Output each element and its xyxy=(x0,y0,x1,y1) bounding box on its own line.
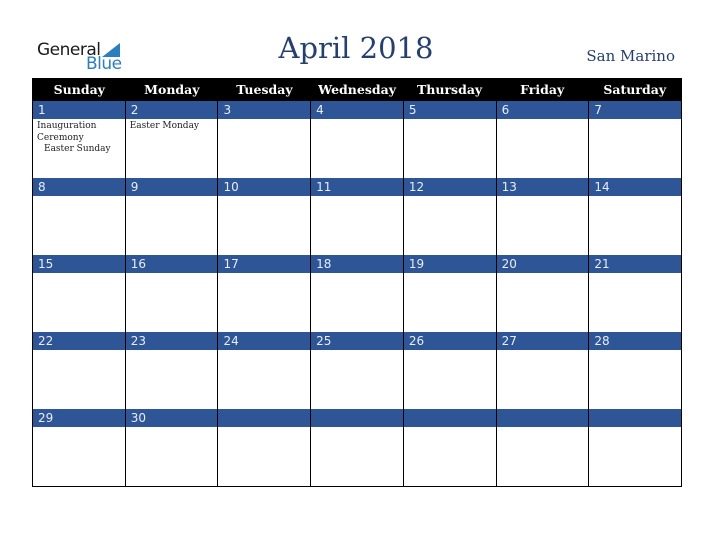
day-cell[interactable] xyxy=(217,350,310,409)
day-cell[interactable] xyxy=(588,119,681,178)
week-row: 15 16 17 18 19 20 21 xyxy=(33,255,681,333)
day-cell[interactable] xyxy=(402,350,496,409)
day-number xyxy=(495,409,589,427)
day-number: 12 xyxy=(402,178,496,196)
day-cell[interactable] xyxy=(310,350,403,409)
calendar-grid: Sunday Monday Tuesday Wednesday Thursday… xyxy=(32,78,682,487)
day-cell[interactable] xyxy=(495,350,589,409)
day-number xyxy=(402,409,496,427)
day-cell[interactable] xyxy=(402,273,496,332)
day-number xyxy=(217,409,310,427)
day-cell[interactable] xyxy=(124,273,218,332)
day-cell[interactable] xyxy=(310,196,403,255)
holiday-event: Easter Sunday xyxy=(44,144,111,154)
day-number xyxy=(310,409,403,427)
day-cell[interactable] xyxy=(588,273,681,332)
event-cells xyxy=(33,196,681,256)
week-row: 1 2 3 4 5 6 7 Inauguration Ceremony Easter Sunda… xyxy=(33,101,681,179)
day-number: 11 xyxy=(310,178,403,196)
day-number: 27 xyxy=(495,332,589,350)
day-number: 22 xyxy=(38,334,54,348)
weekday-tuesday: Tuesday xyxy=(236,82,293,97)
day-number: 29 xyxy=(38,411,54,425)
weekday-wednesday: Wednesday xyxy=(318,82,396,97)
day-cell[interactable] xyxy=(217,273,310,332)
day-number: 1 xyxy=(38,103,46,117)
date-band: 15 16 17 18 19 20 21 xyxy=(33,255,681,273)
day-number: 30 xyxy=(124,409,218,427)
date-band: 1 234567 xyxy=(33,101,681,119)
day-cell[interactable] xyxy=(495,119,589,178)
week-row: 22 23 24 25 26 27 28 xyxy=(33,332,681,410)
date-band: 29 30 xyxy=(33,409,681,427)
day-cell[interactable] xyxy=(217,427,310,486)
day-number: 10 xyxy=(217,178,310,196)
day-number: 28 xyxy=(588,332,681,350)
day-number: 26 xyxy=(402,332,496,350)
day-number: 6 xyxy=(495,101,589,119)
weekday-monday: Monday xyxy=(144,82,200,97)
day-cell[interactable] xyxy=(217,196,310,255)
event-cells xyxy=(33,427,681,486)
day-number: 2 xyxy=(124,101,218,119)
day-cell[interactable] xyxy=(588,350,681,409)
day-number: 8 xyxy=(38,180,46,194)
day-cell[interactable] xyxy=(217,119,310,178)
day-number: 14 xyxy=(588,178,681,196)
weekday-sunday: Sunday xyxy=(53,82,105,97)
day-cell[interactable] xyxy=(33,273,125,332)
day-cell[interactable] xyxy=(33,196,125,255)
date-band: 8 9 10 11 12 13 14 xyxy=(33,178,681,196)
weekday-header: Sunday Monday Tuesday Wednesday Thursday… xyxy=(33,78,681,101)
day-cell[interactable] xyxy=(402,196,496,255)
weekday-thursday: Thursday xyxy=(416,82,483,97)
weekday-saturday: Saturday xyxy=(603,82,667,97)
day-cell[interactable] xyxy=(33,427,125,486)
day-number: 7 xyxy=(588,101,681,119)
day-number: 19 xyxy=(402,255,496,273)
day-cell[interactable] xyxy=(310,427,403,486)
country-label: San Marino xyxy=(586,47,675,65)
day-number: 24 xyxy=(217,332,310,350)
day-number: 15 xyxy=(38,257,54,271)
day-cell[interactable] xyxy=(124,196,218,255)
day-number: 21 xyxy=(588,255,681,273)
day-number: 23 xyxy=(124,332,218,350)
day-number: 9 xyxy=(124,178,218,196)
event-cells xyxy=(33,273,681,333)
date-band: 22 23 24 25 26 27 28 xyxy=(33,332,681,350)
day-number xyxy=(588,409,681,427)
event-cells xyxy=(33,350,681,410)
day-number: 18 xyxy=(310,255,403,273)
day-number: 4 xyxy=(310,101,403,119)
day-cell[interactable] xyxy=(124,427,218,486)
day-cell[interactable] xyxy=(310,273,403,332)
day-cell[interactable] xyxy=(33,350,125,409)
weekday-friday: Friday xyxy=(520,82,565,97)
day-cell[interactable]: Easter Monday xyxy=(124,119,218,178)
week-row: 8 9 10 11 12 13 14 xyxy=(33,178,681,256)
day-number: 25 xyxy=(310,332,403,350)
event-cells: Inauguration Ceremony Easter Sunday Easter… xyxy=(33,119,681,179)
day-cell[interactable] xyxy=(495,273,589,332)
day-number: 16 xyxy=(124,255,218,273)
day-cell[interactable] xyxy=(588,196,681,255)
holiday-event: Inauguration Ceremony xyxy=(37,121,97,143)
day-number: 3 xyxy=(217,101,310,119)
day-cell[interactable] xyxy=(402,427,496,486)
day-number: 20 xyxy=(495,255,589,273)
day-cell[interactable] xyxy=(495,427,589,486)
day-number: 5 xyxy=(402,101,496,119)
day-cell[interactable] xyxy=(588,427,681,486)
day-cell[interactable] xyxy=(495,196,589,255)
week-row: 29 30 xyxy=(33,409,681,486)
holiday-event: Easter Monday xyxy=(129,121,200,131)
day-cell[interactable] xyxy=(310,119,403,178)
day-number: 17 xyxy=(217,255,310,273)
day-cell[interactable]: Inauguration Ceremony Easter Sunday xyxy=(33,119,125,178)
day-cell[interactable] xyxy=(402,119,496,178)
day-number: 13 xyxy=(495,178,589,196)
day-cell[interactable] xyxy=(124,350,218,409)
